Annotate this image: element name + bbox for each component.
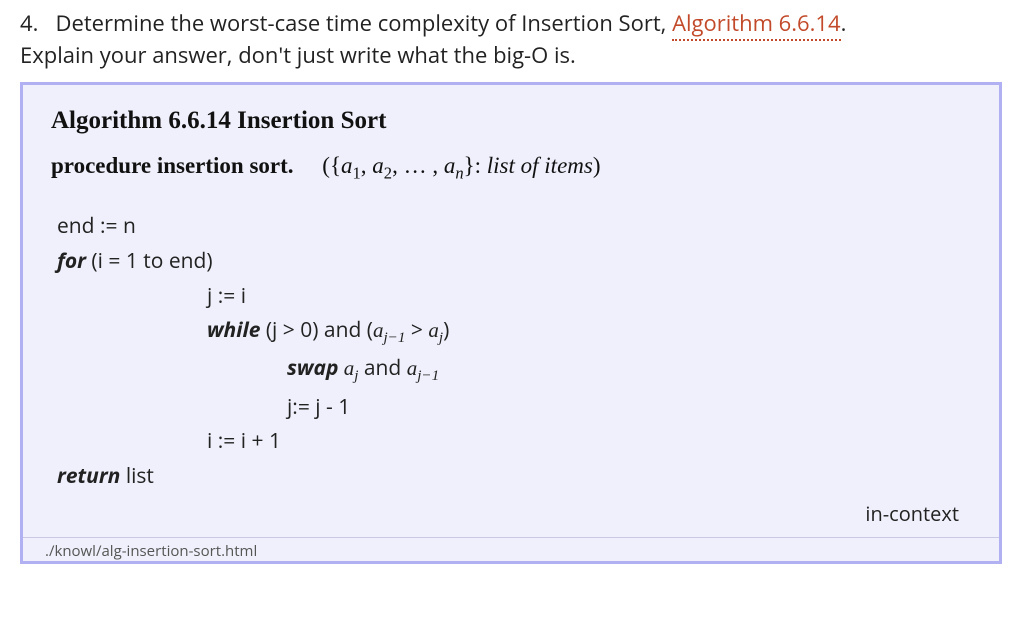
algorithm-link[interactable]: Algorithm 6.6.14 [672, 8, 840, 41]
code-line-6: j:= j - 1 [57, 390, 971, 425]
code-line-4: while (j > 0) and (aj−1 > aj) [57, 313, 971, 351]
algorithm-box: Algorithm 6.6.14 Insertion Sort procedur… [20, 82, 1002, 564]
code-line-2: for (i = 1 to end) [57, 244, 971, 279]
question-period: . [841, 8, 847, 38]
code-line-3: j := i [57, 279, 971, 314]
question-part2: Explain your answer, don't just write wh… [20, 40, 576, 70]
question-number: 4. [20, 8, 38, 38]
code-line-7: i := i + 1 [57, 424, 971, 459]
code-line-5: swap aj and aj−1 [57, 351, 971, 389]
args-description: list of items [487, 153, 593, 178]
procedure-line: procedure insertion sort. ({a1, a2, … , … [51, 153, 971, 184]
source-path: ./knowl/alg-insertion-sort.html [23, 537, 999, 561]
question-part1: Determine the worst-case time complexity… [56, 8, 673, 38]
code-line-8: return list [57, 459, 971, 494]
code-line-1: end := n [57, 209, 971, 244]
in-context-link[interactable]: in-context [51, 494, 971, 529]
algorithm-title: Algorithm 6.6.14 Insertion Sort [51, 107, 971, 135]
procedure-keyword: procedure insertion sort. [51, 153, 294, 178]
pseudocode-block: end := n for (i = 1 to end) j := i while… [51, 209, 971, 493]
question-text: 4. Determine the worst-case time complex… [20, 8, 1004, 72]
